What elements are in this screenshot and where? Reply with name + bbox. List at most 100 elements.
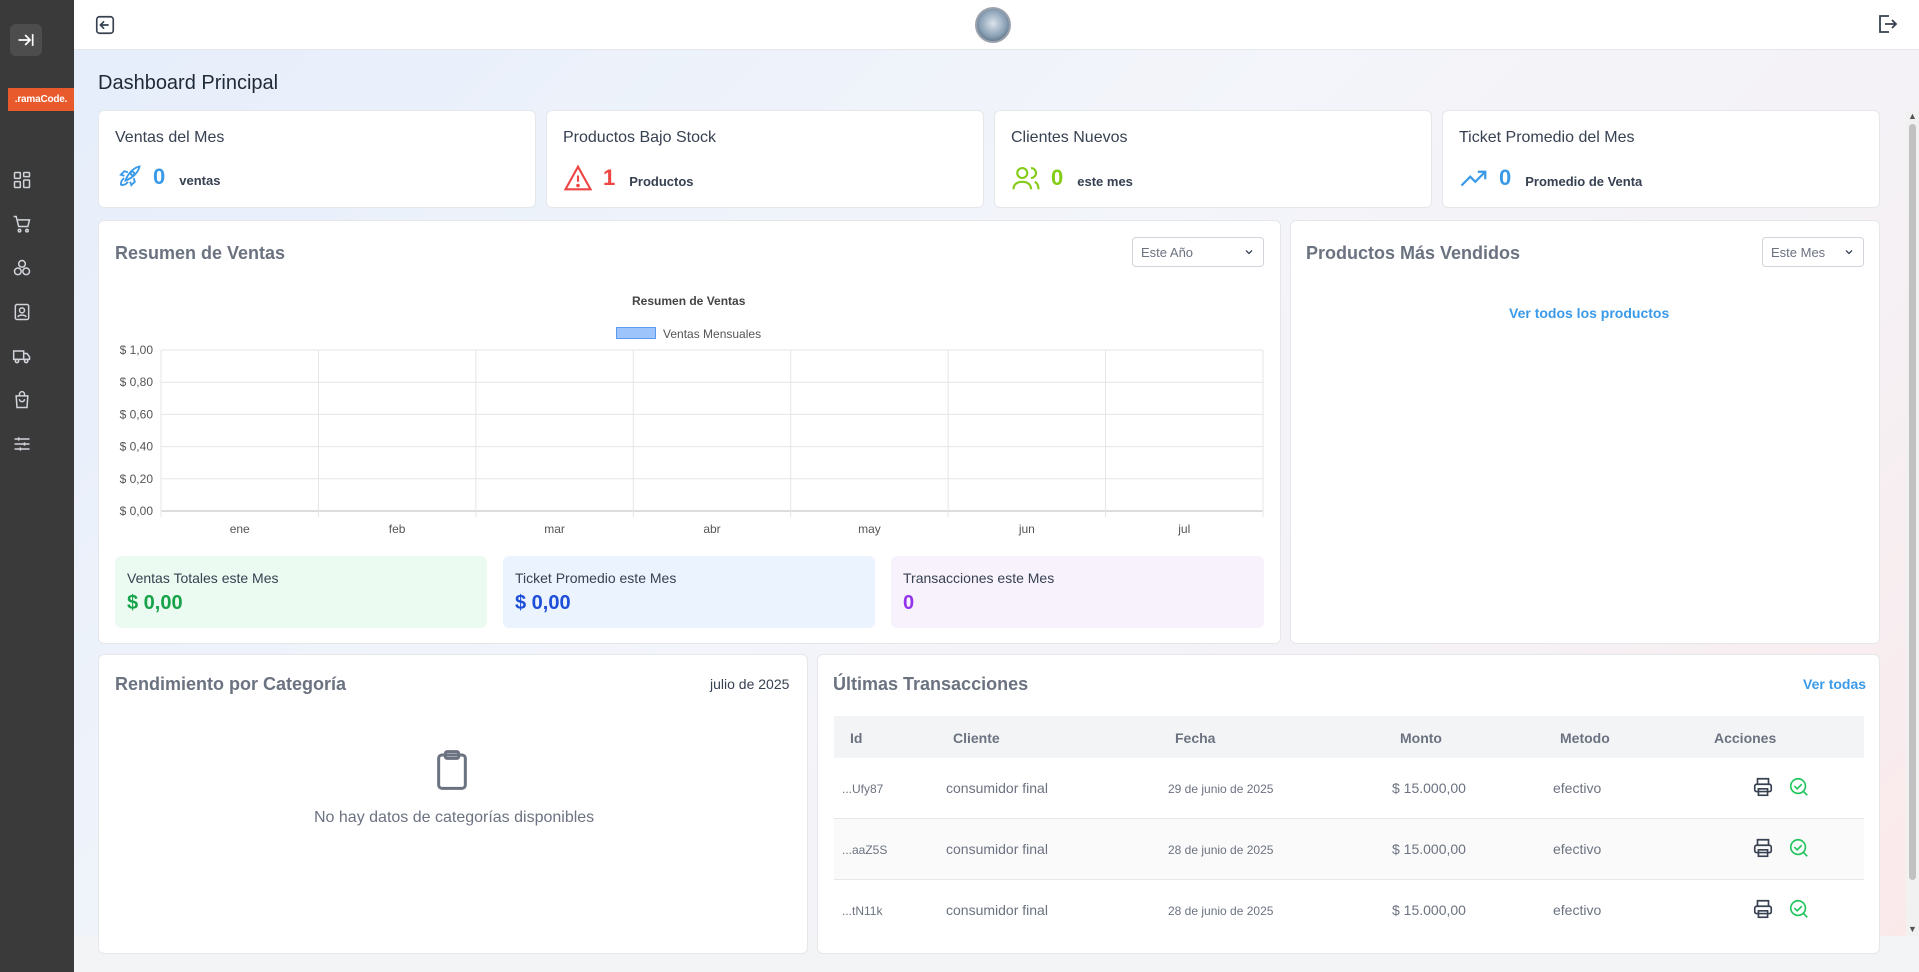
kpi-value: $ 0,00 [127, 592, 183, 614]
view-details-icon[interactable] [1788, 837, 1810, 859]
cell-amount: $ 15.000,00 [1392, 841, 1466, 857]
rocket-icon [119, 165, 141, 187]
cell-amount: $ 15.000,00 [1392, 902, 1466, 918]
table-row[interactable]: ...Ufy87 consumidor final 29 de junio de… [834, 758, 1864, 819]
sales-period-select[interactable]: Este Año [1132, 237, 1264, 267]
sidebar-item-settings[interactable] [10, 432, 34, 456]
col-method[interactable]: Metodo [1560, 730, 1610, 746]
cell-method: efectivo [1553, 841, 1602, 857]
grid-icon [13, 171, 31, 189]
back-button[interactable] [94, 14, 116, 36]
kpi-avg-ticket: Ticket Promedio este Mes $ 0,00 [503, 556, 875, 628]
x-tick-label: feb [389, 522, 406, 536]
scroll-down-arrow[interactable]: ▼ [1908, 925, 1917, 934]
x-tick-label: ene [230, 522, 250, 536]
bag-icon [15, 390, 29, 409]
col-client[interactable]: Cliente [953, 730, 1000, 746]
view-details-icon[interactable] [1788, 776, 1810, 798]
category-performance-title: Rendimiento por Categoría [115, 674, 347, 694]
company-logo[interactable] [975, 7, 1011, 43]
col-amount[interactable]: Monto [1400, 730, 1442, 746]
category-date: julio de 2025 [710, 676, 790, 692]
stat-value: 1 [603, 165, 616, 190]
y-tick-label: $ 0,20 [120, 472, 154, 486]
stat-sub: ventas [179, 172, 221, 188]
cell-method: efectivo [1553, 780, 1602, 796]
cell-client: consumidor final [946, 902, 1048, 918]
kpi-transactions: Transacciones este Mes 0 [891, 556, 1264, 628]
logout-button[interactable] [1875, 12, 1899, 36]
expand-sidebar-icon [18, 34, 34, 46]
top-products-card [1290, 220, 1880, 644]
sales-summary-title: Resumen de Ventas [115, 243, 286, 263]
x-tick-label: may [858, 522, 881, 536]
stat-label: Ticket Promedio del Mes [1459, 129, 1635, 146]
y-tick-label: $ 0,00 [120, 504, 154, 518]
stat-card-sales: Ventas del Mes 0 ventas [98, 110, 536, 208]
category-performance-card [98, 654, 808, 954]
legend-swatch[interactable] [616, 327, 656, 339]
scroll-thumb[interactable] [1909, 124, 1916, 880]
brand-logo[interactable]: .ramaCode. [8, 88, 74, 111]
cell-date: 28 de junio de 2025 [1168, 904, 1274, 918]
users-icon [1012, 166, 1040, 190]
table-row[interactable]: ...tN11k consumidor final 28 de junio de… [834, 880, 1864, 936]
contact-card-icon [14, 303, 30, 321]
sidebar-item-sales[interactable] [10, 212, 34, 236]
top-products-period-select[interactable]: Este Mes [1762, 237, 1864, 267]
chart-title: Resumen de Ventas [632, 294, 746, 308]
sidebar-item-suppliers[interactable] [10, 344, 34, 368]
sidebar-item-customers[interactable] [10, 300, 34, 324]
truck-icon [12, 350, 31, 364]
table-row[interactable]: ...aaZ5S consumidor final 28 de junio de… [834, 819, 1864, 880]
stat-label: Clientes Nuevos [1011, 129, 1128, 146]
stat-card-avg-ticket: Ticket Promedio del Mes 0 Promedio de Ve… [1442, 110, 1880, 208]
cell-client: consumidor final [946, 841, 1048, 857]
stat-sub: Productos [629, 173, 694, 189]
view-all-products-link[interactable]: Ver todos los productos [1509, 305, 1669, 321]
x-tick-label: jun [1018, 522, 1035, 536]
view-all-transactions-link[interactable]: Ver todas [1803, 676, 1866, 692]
stat-label: Ventas del Mes [115, 129, 225, 146]
kpi-label: Ticket Promedio este Mes [515, 570, 677, 586]
cell-id: ...tN11k [842, 904, 883, 918]
cart-icon [13, 215, 31, 233]
select-value: Este Año [1141, 244, 1194, 260]
clipboard-icon [437, 750, 467, 790]
kpi-label: Transacciones este Mes [903, 570, 1055, 586]
stat-value: 0 [1051, 165, 1064, 190]
cell-date: 29 de junio de 2025 [1168, 782, 1274, 796]
stat-sub: Promedio de Venta [1525, 173, 1643, 189]
sidebar-item-purchases[interactable] [10, 388, 34, 412]
col-actions: Acciones [1714, 730, 1777, 746]
top-products-title: Productos Más Vendidos [1306, 243, 1521, 263]
print-icon[interactable] [1752, 837, 1774, 859]
sidebar-toggle-button[interactable] [10, 24, 42, 56]
chevron-down-icon [1845, 250, 1853, 255]
col-id[interactable]: Id [850, 730, 862, 746]
y-tick-label: $ 0,60 [120, 407, 154, 421]
x-tick-label: mar [544, 522, 565, 536]
trending-up-icon [1460, 170, 1487, 187]
cell-id: ...aaZ5S [842, 843, 888, 857]
y-tick-label: $ 1,00 [120, 343, 154, 357]
col-date[interactable]: Fecha [1175, 730, 1215, 746]
y-tick-label: $ 0,40 [120, 440, 154, 454]
scroll-up-arrow[interactable]: ▲ [1908, 112, 1917, 121]
print-icon[interactable] [1752, 776, 1774, 798]
print-icon[interactable] [1752, 898, 1774, 920]
sidebar-item-products[interactable] [10, 256, 34, 280]
chevron-down-icon [1245, 250, 1253, 255]
stat-card-new-customers: Clientes Nuevos 0 este mes [994, 110, 1432, 208]
x-tick-label: abr [703, 522, 720, 536]
page-title: Dashboard Principal [98, 72, 279, 94]
table-header: Id Cliente Fecha Monto Metodo Acciones [834, 716, 1864, 758]
logout-icon [1879, 15, 1898, 33]
category-empty-message: No hay datos de categorías disponibles [314, 809, 595, 826]
page-scrollbar[interactable]: ▲ ▼ [1906, 112, 1919, 936]
cell-date: 28 de junio de 2025 [1168, 843, 1274, 857]
view-details-icon[interactable] [1788, 898, 1810, 920]
stat-sub: este mes [1077, 173, 1133, 189]
sidebar-item-dashboard[interactable] [10, 168, 34, 192]
top-header [74, 0, 1919, 50]
